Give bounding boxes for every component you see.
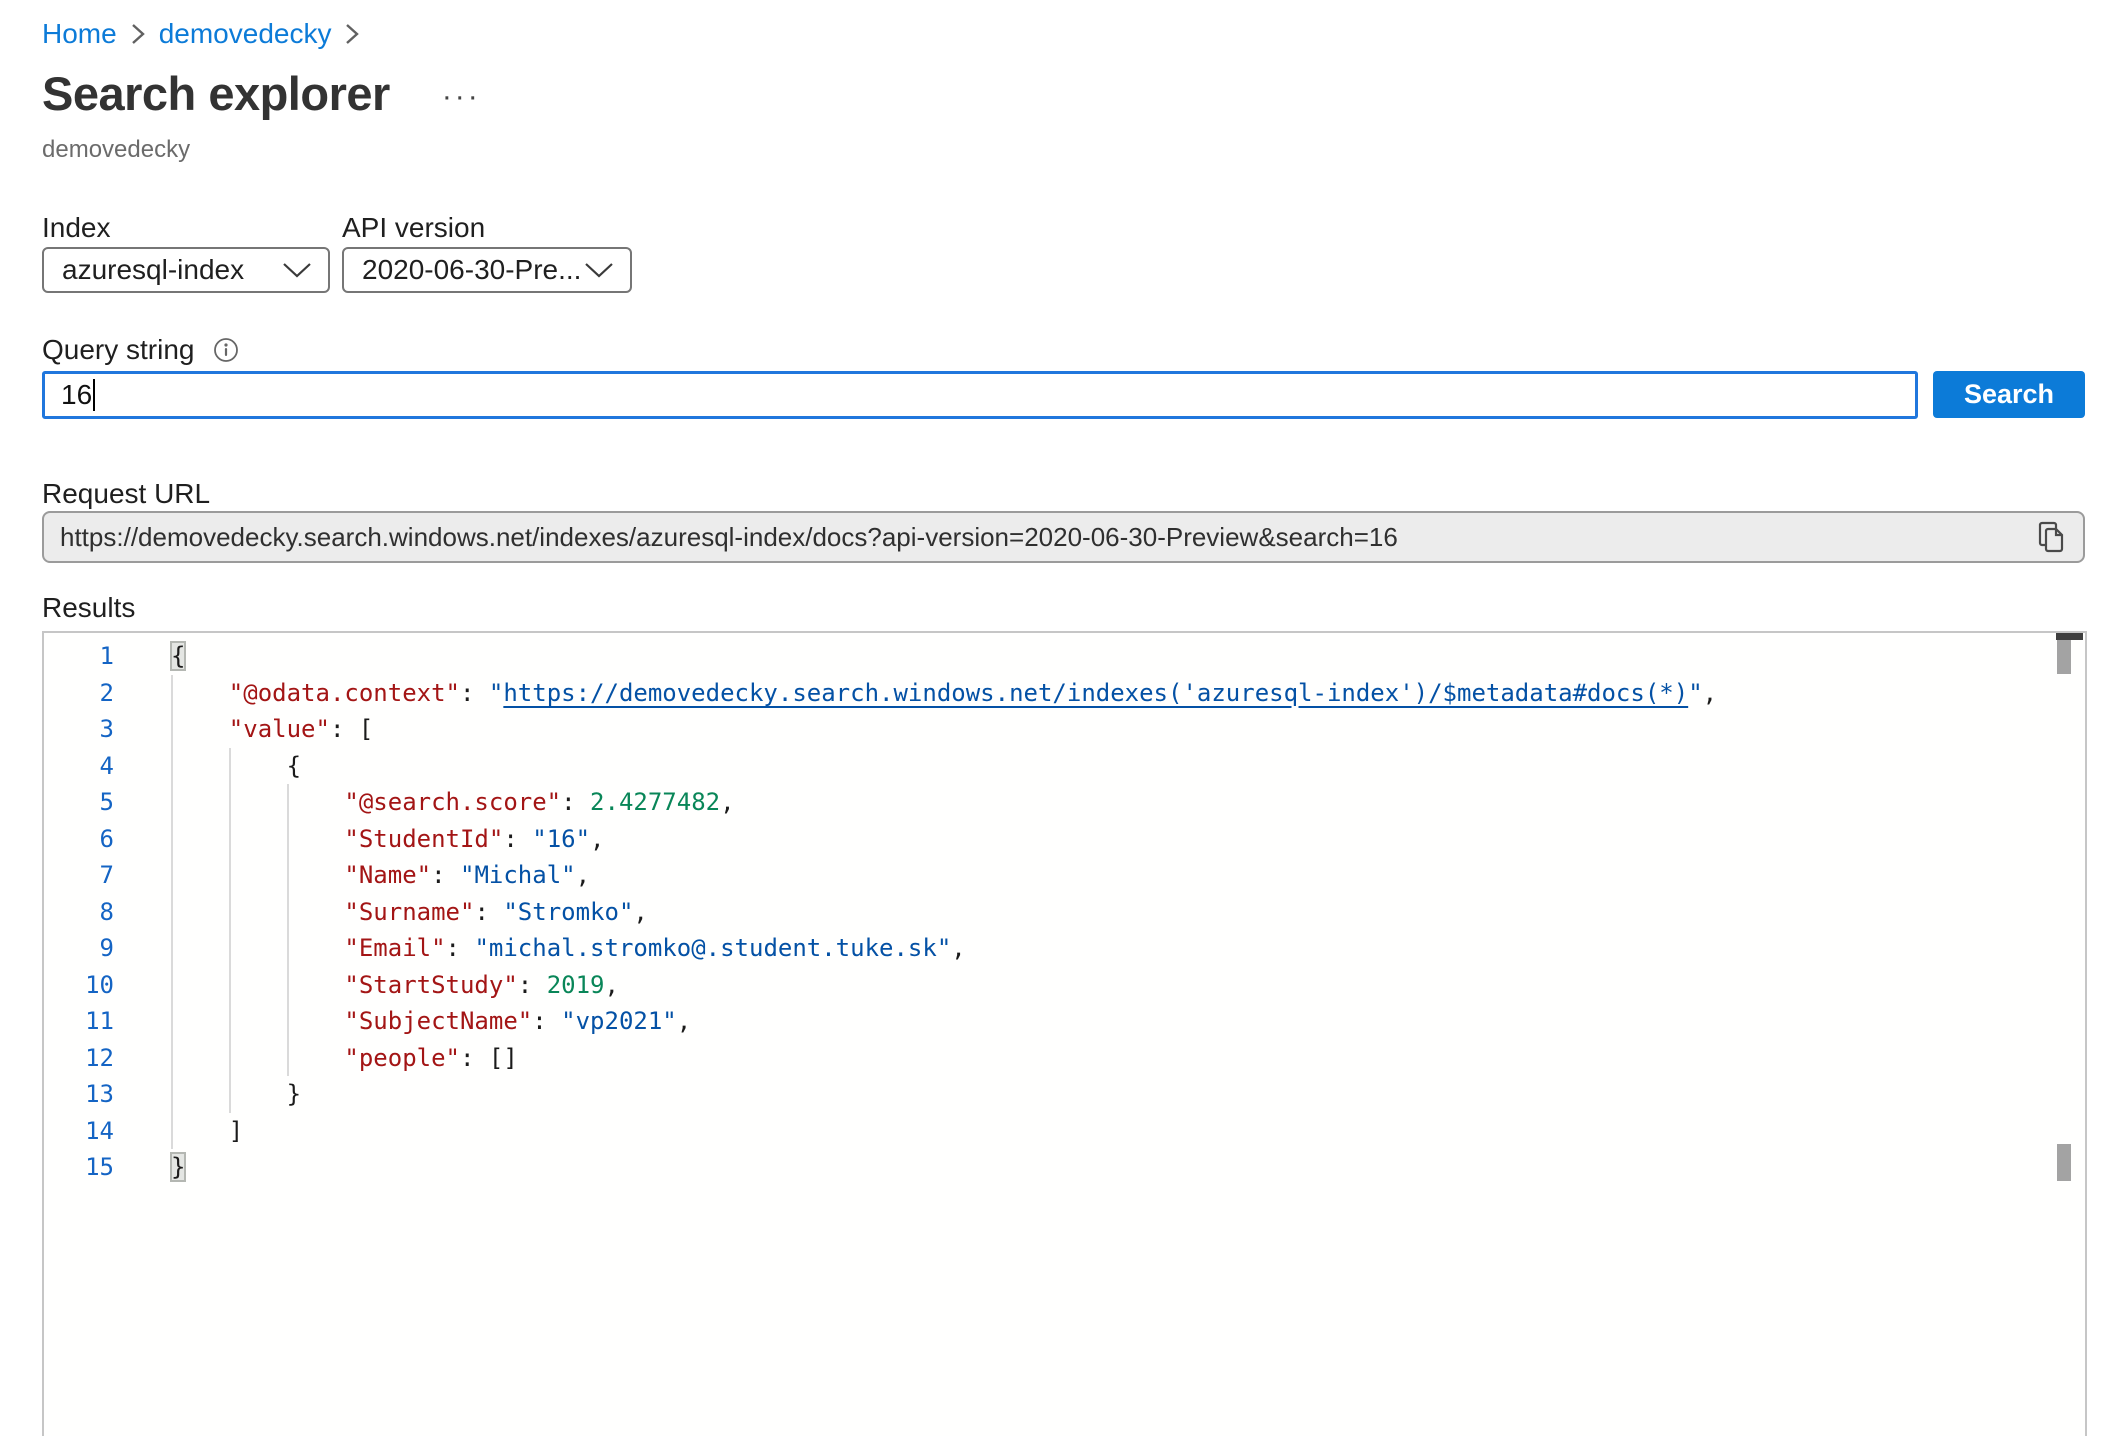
text-cursor [93, 379, 95, 411]
line-number: 10 [44, 967, 114, 1004]
code-line: 5 "@search.score": 2.4277482, [44, 784, 2085, 821]
code-line: 10 "StartStudy": 2019, [44, 967, 2085, 1004]
line-number: 11 [44, 1003, 114, 1040]
info-icon[interactable] [213, 337, 239, 363]
code-line: 6 "StudentId": "16", [44, 821, 2085, 858]
breadcrumb: Home demovedecky [42, 18, 359, 50]
api-version-dropdown-value: 2020-06-30-Pre... [362, 254, 581, 286]
code-line: 13 } [44, 1076, 2085, 1113]
chevron-right-icon [131, 22, 145, 46]
line-number: 5 [44, 784, 114, 821]
chevron-right-icon [345, 22, 359, 46]
code-line: 3 "value": [ [44, 711, 2085, 748]
query-input-value: 16 [61, 379, 92, 411]
code-line: 2 "@odata.context": "https://demovedecky… [44, 675, 2085, 712]
code-line-text: "@search.score": 2.4277482, [114, 784, 735, 821]
code-line: 1{ [44, 638, 2085, 675]
line-number: 7 [44, 857, 114, 894]
code-line-text: "Surname": "Stromko", [114, 894, 648, 931]
overview-ruler-bracket-mark-bottom [2057, 1144, 2071, 1181]
code-line: 7 "Name": "Michal", [44, 857, 2085, 894]
chevron-down-icon [584, 262, 614, 278]
code-line-text: "@odata.context": "https://demovedecky.s… [114, 675, 1717, 712]
search-explorer-page: Home demovedecky Search explorer ··· dem… [0, 0, 2102, 1436]
breadcrumb-demovedecky-link[interactable]: demovedecky [159, 18, 332, 50]
code-line-text: "SubjectName": "vp2021", [114, 1003, 691, 1040]
page-subtitle: demovedecky [42, 136, 190, 164]
breadcrumb-home-link[interactable]: Home [42, 18, 117, 50]
index-dropdown-value: azuresql-index [62, 254, 244, 286]
line-number: 9 [44, 930, 114, 967]
code-line: 14 ] [44, 1113, 2085, 1150]
page-title: Search explorer [42, 66, 390, 121]
code-line: 8 "Surname": "Stromko", [44, 894, 2085, 931]
code-line-text: "StudentId": "16", [114, 821, 605, 858]
code-line-text: { [114, 748, 301, 785]
request-url-label: Request URL [42, 478, 210, 510]
more-options-icon[interactable]: ··· [442, 76, 481, 112]
copy-icon[interactable] [2029, 515, 2073, 559]
code-line-text: "Name": "Michal", [114, 857, 590, 894]
line-number: 4 [44, 748, 114, 785]
code-line-text: "people": [] [114, 1040, 518, 1077]
results-json-editor[interactable]: 1{2 "@odata.context": "https://demovedec… [42, 631, 2087, 1436]
code-line-text: ] [114, 1113, 243, 1150]
index-dropdown[interactable]: azuresql-index [42, 247, 330, 293]
code-line: 11 "SubjectName": "vp2021", [44, 1003, 2085, 1040]
code-line-text: } [114, 1149, 185, 1186]
code-line-text: } [114, 1076, 301, 1113]
line-number: 14 [44, 1113, 114, 1150]
line-number: 6 [44, 821, 114, 858]
api-version-dropdown[interactable]: 2020-06-30-Pre... [342, 247, 632, 293]
request-url-box: https://demovedecky.search.windows.net/i… [42, 511, 2085, 563]
overview-ruler-cursor-mark [2056, 633, 2083, 640]
code-line-text: "StartStudy": 2019, [114, 967, 619, 1004]
line-number: 8 [44, 894, 114, 931]
line-number: 15 [44, 1149, 114, 1186]
line-number: 2 [44, 675, 114, 712]
line-number: 1 [44, 638, 114, 675]
chevron-down-icon [282, 262, 312, 278]
code-line: 9 "Email": "michal.stromko@.student.tuke… [44, 930, 2085, 967]
search-button[interactable]: Search [1933, 371, 2085, 418]
code-line-text: "Email": "michal.stromko@.student.tuke.s… [114, 930, 966, 967]
code-area: 1{2 "@odata.context": "https://demovedec… [44, 633, 2085, 1186]
request-url-value: https://demovedecky.search.windows.net/i… [60, 522, 2029, 553]
api-version-label: API version [342, 212, 485, 244]
code-line-text: "value": [ [114, 711, 373, 748]
query-string-label: Query string [42, 334, 195, 366]
code-line-text: { [114, 638, 185, 675]
index-label: Index [42, 212, 111, 244]
code-line: 12 "people": [] [44, 1040, 2085, 1077]
code-line: 4 { [44, 748, 2085, 785]
results-label: Results [42, 592, 135, 624]
code-line: 15} [44, 1149, 2085, 1186]
query-input[interactable]: 16 [42, 371, 1918, 419]
line-number: 12 [44, 1040, 114, 1077]
line-number: 3 [44, 711, 114, 748]
overview-ruler-bracket-mark-top [2057, 640, 2071, 674]
line-number: 13 [44, 1076, 114, 1113]
